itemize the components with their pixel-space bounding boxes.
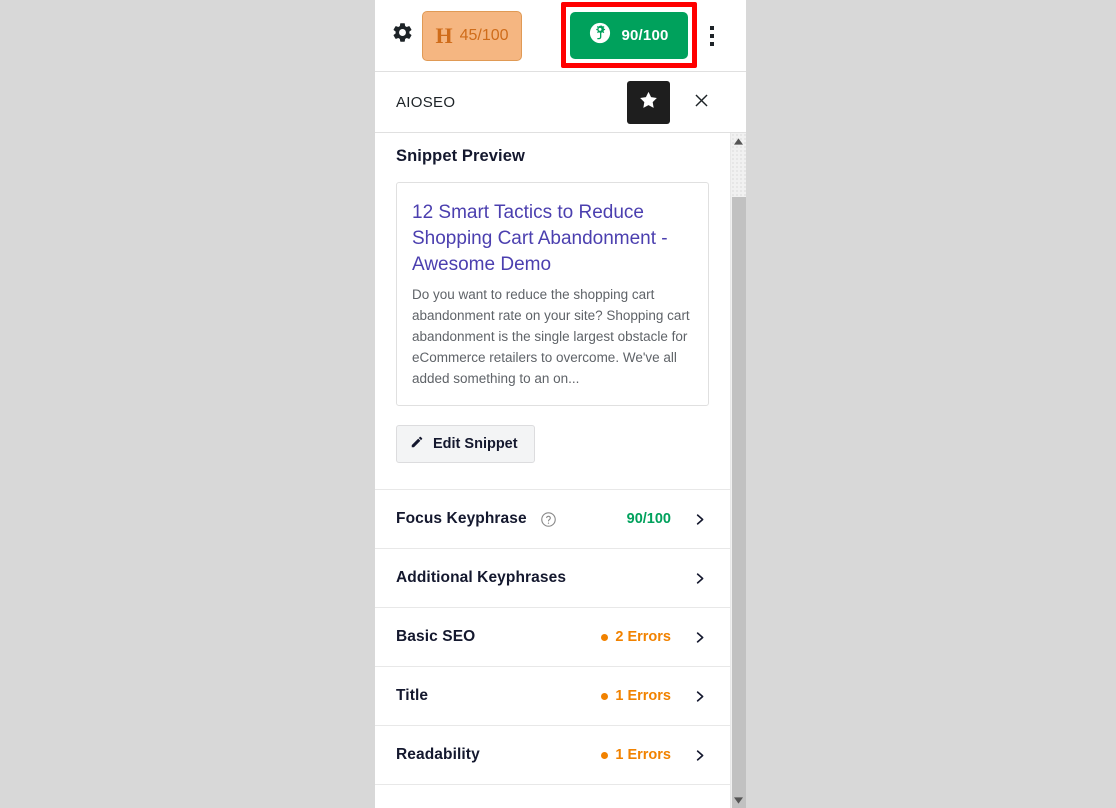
gear-icon (391, 21, 414, 49)
accordion-row-status-text: 1 Errors (615, 747, 671, 763)
headline-badge-letter: H (435, 23, 453, 48)
accordion-row-label: Focus Keyphrase (396, 510, 527, 527)
snippet-preview-section: Snippet Preview 12 Smart Tactics to Redu… (375, 133, 730, 490)
chevron-right-icon[interactable] (691, 748, 707, 763)
accordion-row-status-text: 2 Errors (615, 629, 671, 645)
accordion-row-label: Readability (396, 746, 480, 763)
aioseo-sidebar-panel: AIOSEO Snippet Preview 12 Smart Tactics … (375, 71, 746, 808)
chevron-right-icon[interactable] (691, 512, 707, 527)
scroll-up-arrow-icon[interactable] (731, 133, 746, 149)
accordion-row-label: Additional Keyphrases (396, 569, 567, 586)
chevron-right-icon[interactable] (691, 689, 707, 704)
scrollbar-thumb[interactable] (732, 197, 746, 808)
kebab-menu-icon-dot (710, 34, 714, 38)
kebab-menu-icon-dot (710, 26, 714, 30)
aioseo-sidebar-header: AIOSEO (375, 72, 746, 133)
snippet-preview-card: 12 Smart Tactics to Reduce Shopping Cart… (396, 182, 709, 406)
accordion-row-label: Basic SEO (396, 628, 476, 645)
kebab-menu-icon-dot (710, 42, 714, 46)
accordion-row-focus-keyphrase[interactable]: Focus Keyphrase 90/100 (375, 490, 730, 549)
accordion-row-status: 1 Errors (601, 688, 671, 704)
aioseo-sidebar-scroll-area: Snippet Preview 12 Smart Tactics to Redu… (375, 133, 730, 808)
chevron-right-icon[interactable] (691, 571, 707, 586)
status-dot-icon (601, 633, 609, 641)
aioseo-analysis-rows: Focus Keyphrase 90/100 Additional Keyphras… (375, 490, 730, 785)
aioseo-logo-icon (589, 22, 611, 49)
star-icon (638, 90, 659, 116)
close-sidebar-button[interactable] (680, 81, 723, 124)
accordion-row-status: 1 Errors (601, 747, 671, 763)
chevron-right-icon[interactable] (691, 630, 707, 645)
accordion-row-status-text: 1 Errors (615, 688, 671, 704)
snippet-title[interactable]: 12 Smart Tactics to Reduce Shopping Cart… (412, 200, 693, 278)
snippet-description: Do you want to reduce the shopping cart … (412, 287, 690, 386)
edit-snippet-button[interactable]: Edit Snippet (396, 425, 535, 463)
pencil-icon (410, 435, 424, 453)
more-options-button[interactable] (700, 18, 724, 54)
close-icon (692, 91, 711, 115)
aioseo-score-highlight-rect: 90/100 (561, 2, 697, 68)
aioseo-sidebar-title: AIOSEO (396, 94, 456, 111)
accordion-row-status-text: 90/100 (626, 511, 671, 527)
aioseo-sidebar-scrollbar[interactable] (730, 133, 746, 808)
editor-panel-column: H 45/100 90/100 AIOSEO Snippet Preview 1… (375, 0, 746, 808)
accordion-row-status: 2 Errors (601, 629, 671, 645)
question-mark-icon[interactable] (540, 511, 557, 528)
headline-score-badge[interactable]: H 45/100 (422, 11, 522, 61)
snippet-preview-heading: Snippet Preview (396, 147, 525, 165)
accordion-row-basic-seo[interactable]: Basic SEO 2 Errors (375, 608, 730, 667)
accordion-row-readability[interactable]: Readability 1 Errors (375, 726, 730, 785)
accordion-row-additional-keyphrases[interactable]: Additional Keyphrases (375, 549, 730, 608)
accordion-row-label: Title (396, 687, 429, 704)
aioseo-score-button[interactable]: 90/100 (570, 11, 688, 59)
pin-sidebar-button[interactable] (627, 81, 670, 124)
settings-gear-button[interactable] (383, 16, 421, 54)
accordion-row-title[interactable]: Title 1 Errors (375, 667, 730, 726)
scroll-down-arrow-icon[interactable] (731, 792, 746, 808)
status-dot-icon (601, 751, 609, 759)
status-dot-icon (601, 692, 609, 700)
headline-badge-score: 45/100 (459, 27, 509, 44)
editor-toolbar: H 45/100 90/100 (375, 0, 746, 72)
edit-snippet-label: Edit Snippet (433, 436, 518, 452)
accordion-row-status: 90/100 (627, 511, 671, 527)
aioseo-score-text: 90/100 (621, 26, 669, 44)
